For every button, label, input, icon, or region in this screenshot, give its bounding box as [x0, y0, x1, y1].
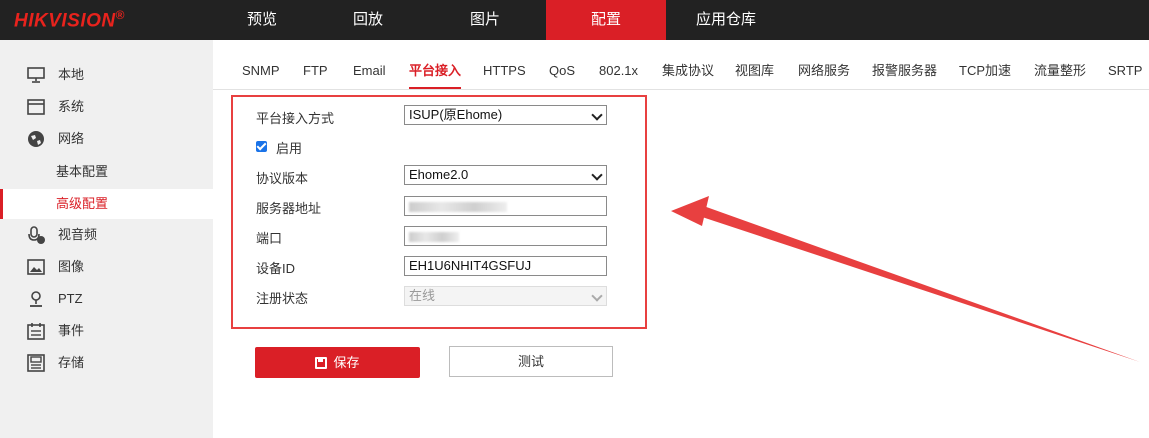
annotation-arrow [671, 196, 1140, 362]
annotation-arrow-head [671, 196, 709, 226]
annotation-arrow-shaft [693, 204, 1140, 362]
